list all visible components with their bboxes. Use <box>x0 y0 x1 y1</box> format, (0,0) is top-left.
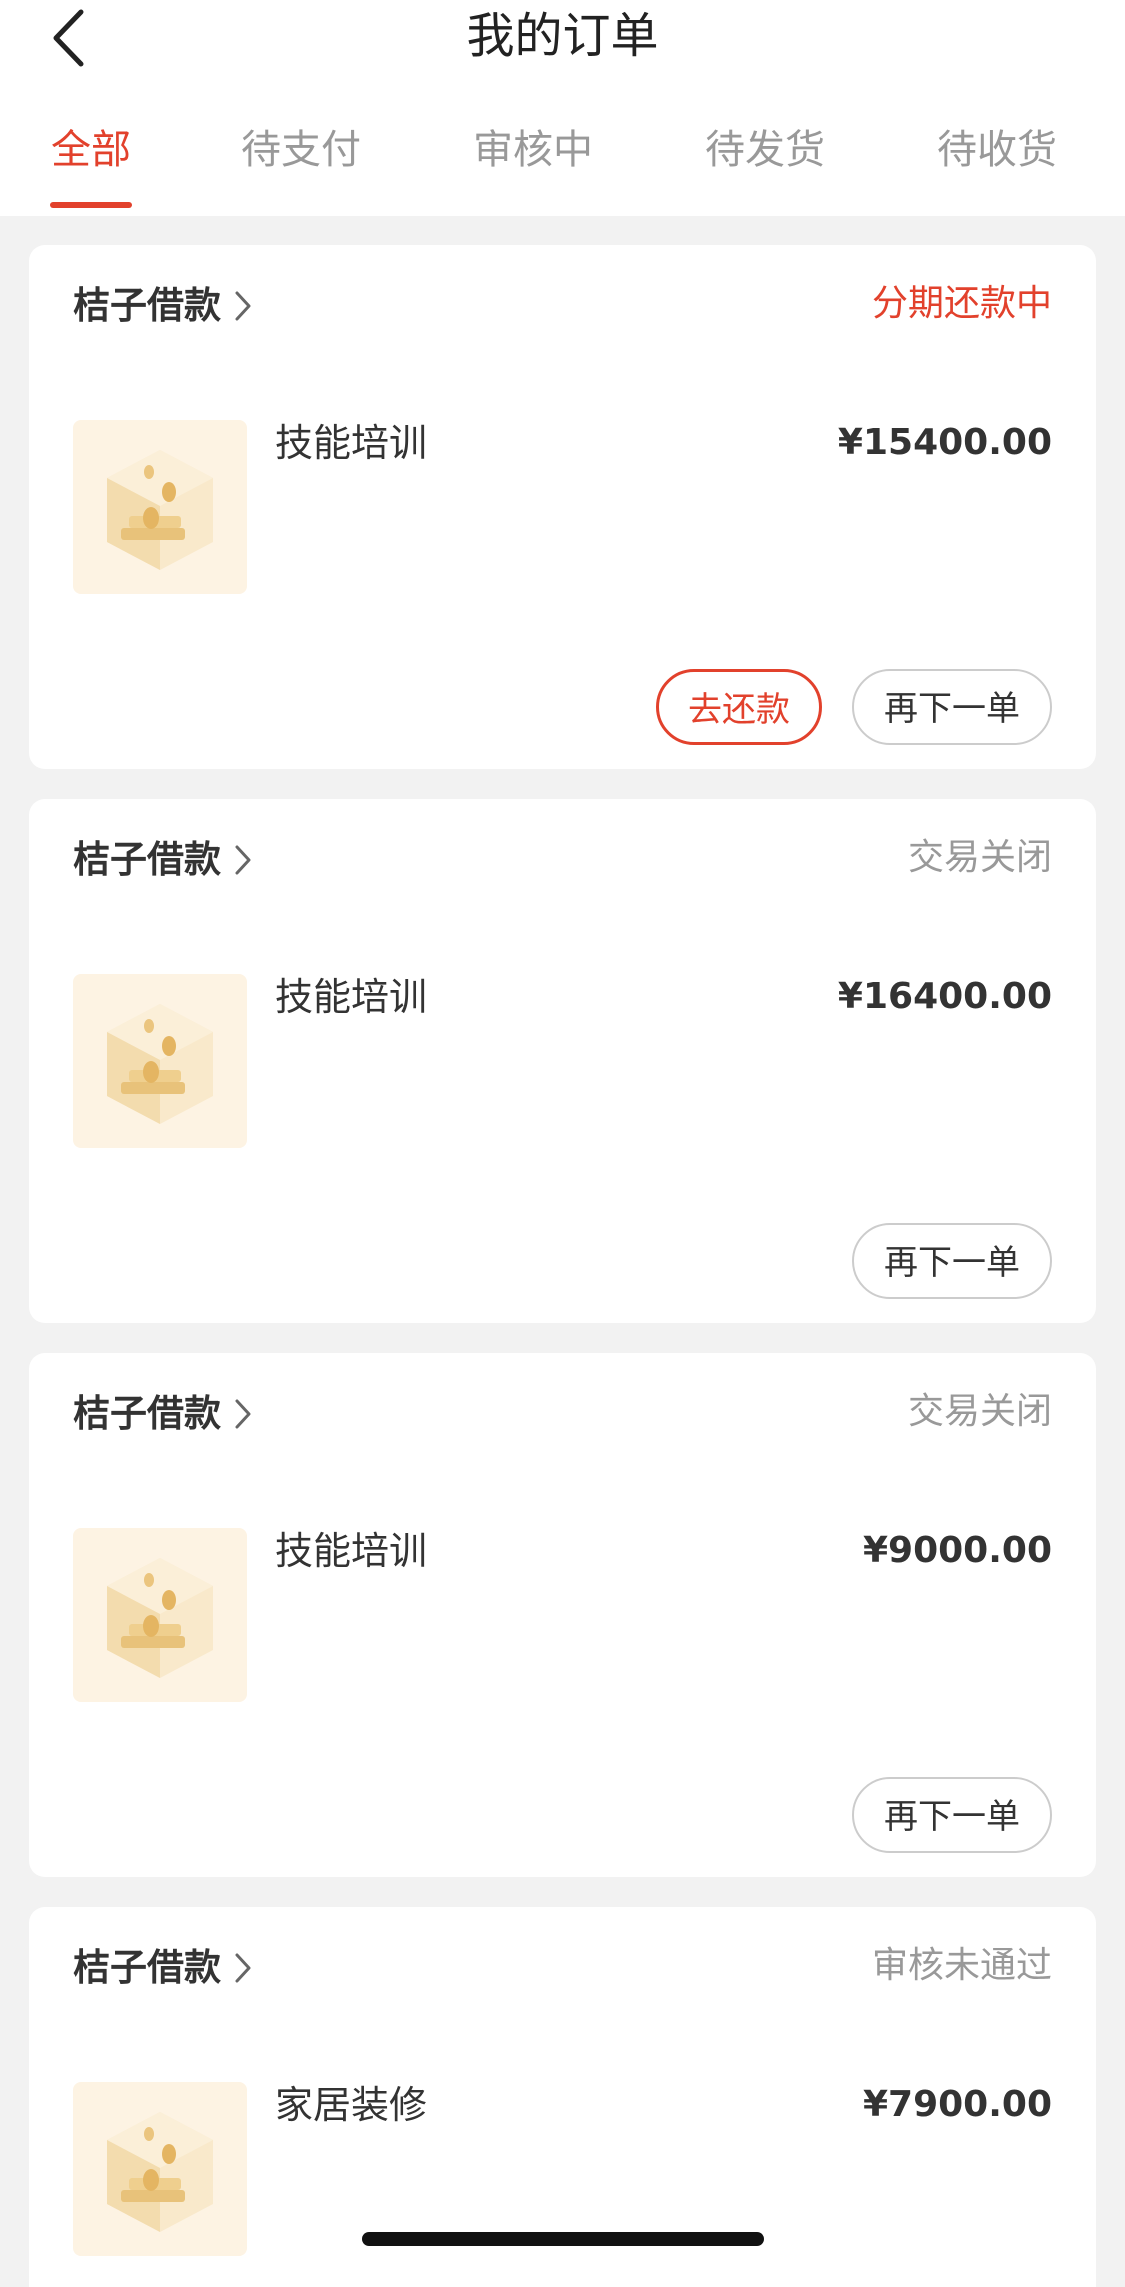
product-name: 技能培训 <box>275 1529 428 1573</box>
product-name: 家居装修 <box>275 2083 428 2127</box>
shop-name: 桔子借款 <box>73 284 221 327</box>
reorder-button[interactable]: 再下一单 <box>852 1777 1052 1853</box>
order-status: 分期还款中 <box>871 283 1052 324</box>
page-title: 我的订单 <box>466 8 659 64</box>
shop-link[interactable]: 桔子借款 <box>73 281 257 331</box>
order-price: ¥16400.00 <box>837 976 1052 1017</box>
header: 我的订单 全部 待支付 审核中 待发货 待收货 <box>0 0 1125 216</box>
chevron-right-icon <box>233 289 257 323</box>
tab-under-review[interactable]: 审核中 <box>453 118 613 182</box>
shop-link[interactable]: 桔子借款 <box>73 835 257 885</box>
chevron-right-icon <box>233 843 257 877</box>
tab-pending-shipment[interactable]: 待发货 <box>685 118 845 182</box>
gold-coins-cube-icon <box>73 420 247 594</box>
order-status: 交易关闭 <box>907 837 1052 878</box>
active-tab-indicator <box>50 202 132 208</box>
reorder-button[interactable]: 再下一单 <box>852 1223 1052 1299</box>
gold-coins-cube-icon <box>73 1528 247 1702</box>
order-price: ¥15400.00 <box>837 422 1052 463</box>
tab-pending-receipt[interactable]: 待收货 <box>917 118 1077 182</box>
order-price: ¥9000.00 <box>862 1530 1052 1571</box>
shop-link[interactable]: 桔子借款 <box>73 1943 257 1993</box>
shop-link[interactable]: 桔子借款 <box>73 1389 257 1439</box>
repay-button[interactable]: 去还款 <box>656 669 822 745</box>
chevron-right-icon <box>233 1397 257 1431</box>
tab-all[interactable]: 全部 <box>11 118 171 182</box>
chevron-right-icon <box>233 1951 257 1985</box>
shop-name: 桔子借款 <box>73 1392 221 1435</box>
shop-name: 桔子借款 <box>73 838 221 881</box>
product-name: 技能培训 <box>275 975 428 1019</box>
order-card: 桔子借款 分期还款中 技能培训 ¥15400.00 去还款 再下一单 <box>29 245 1096 769</box>
product-name: 技能培训 <box>275 421 428 465</box>
shop-name: 桔子借款 <box>73 1946 221 1989</box>
order-card: 桔子借款 审核未通过 家居装修 ¥7900.00 <box>29 1907 1096 2287</box>
order-status: 交易关闭 <box>907 1391 1052 1432</box>
order-price: ¥7900.00 <box>862 2084 1052 2125</box>
home-indicator[interactable] <box>362 2232 764 2246</box>
order-tabs: 全部 待支付 审核中 待发货 待收货 <box>0 118 1125 216</box>
tab-pending-payment[interactable]: 待支付 <box>221 118 381 182</box>
reorder-button[interactable]: 再下一单 <box>852 669 1052 745</box>
order-card: 桔子借款 交易关闭 技能培训 ¥9000.00 再下一单 <box>29 1353 1096 1877</box>
gold-coins-cube-icon <box>73 2082 247 2256</box>
order-status: 审核未通过 <box>871 1945 1052 1986</box>
gold-coins-cube-icon <box>73 974 247 1148</box>
order-card: 桔子借款 交易关闭 技能培训 ¥16400.00 再下一单 <box>29 799 1096 1323</box>
